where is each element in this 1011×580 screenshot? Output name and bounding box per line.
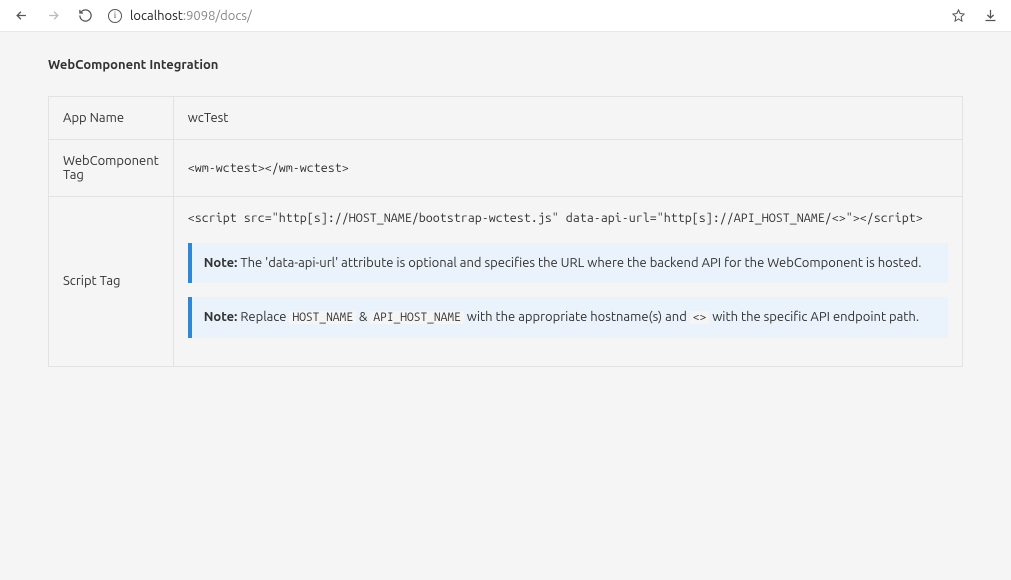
row-label-app-name: App Name [49, 97, 174, 140]
row-label-script-tag: Script Tag [49, 197, 174, 367]
table-row: Script Tag <script src="http[s]://HOST_N… [49, 197, 963, 367]
bookmark-button[interactable] [949, 7, 967, 25]
page-body: WebComponent Integration App Name wcTest… [0, 32, 1011, 580]
row-label-wc-tag: WebComponent Tag [49, 140, 174, 197]
reload-button[interactable] [76, 7, 94, 25]
browser-toolbar: i localhost:9098/docs/ [0, 0, 1011, 32]
page-title: WebComponent Integration [48, 58, 963, 72]
forward-button[interactable] [44, 7, 62, 25]
integration-table: App Name wcTest WebComponent Tag <wm-wct… [48, 96, 963, 367]
download-button[interactable] [981, 7, 999, 25]
row-value-script-tag: <script src="http[s]://HOST_NAME/bootstr… [173, 197, 962, 367]
url-text: localhost:9098/docs/ [130, 9, 252, 23]
note-data-api-url: Note: The 'data-api-url' attribute is op… [188, 243, 948, 283]
row-value-app-name: wcTest [173, 97, 962, 140]
table-row: App Name wcTest [49, 97, 963, 140]
back-button[interactable] [12, 7, 30, 25]
site-info-icon[interactable]: i [108, 9, 122, 23]
table-row: WebComponent Tag <wm-wctest></wm-wctest> [49, 140, 963, 197]
row-value-wc-tag: <wm-wctest></wm-wctest> [173, 140, 962, 197]
address-bar[interactable]: i localhost:9098/docs/ [108, 9, 935, 23]
script-snippet: <script src="http[s]://HOST_NAME/bootstr… [188, 211, 948, 225]
note-replace-hostnames: Note: Replace HOST_NAME & API_HOST_NAME … [188, 297, 948, 338]
